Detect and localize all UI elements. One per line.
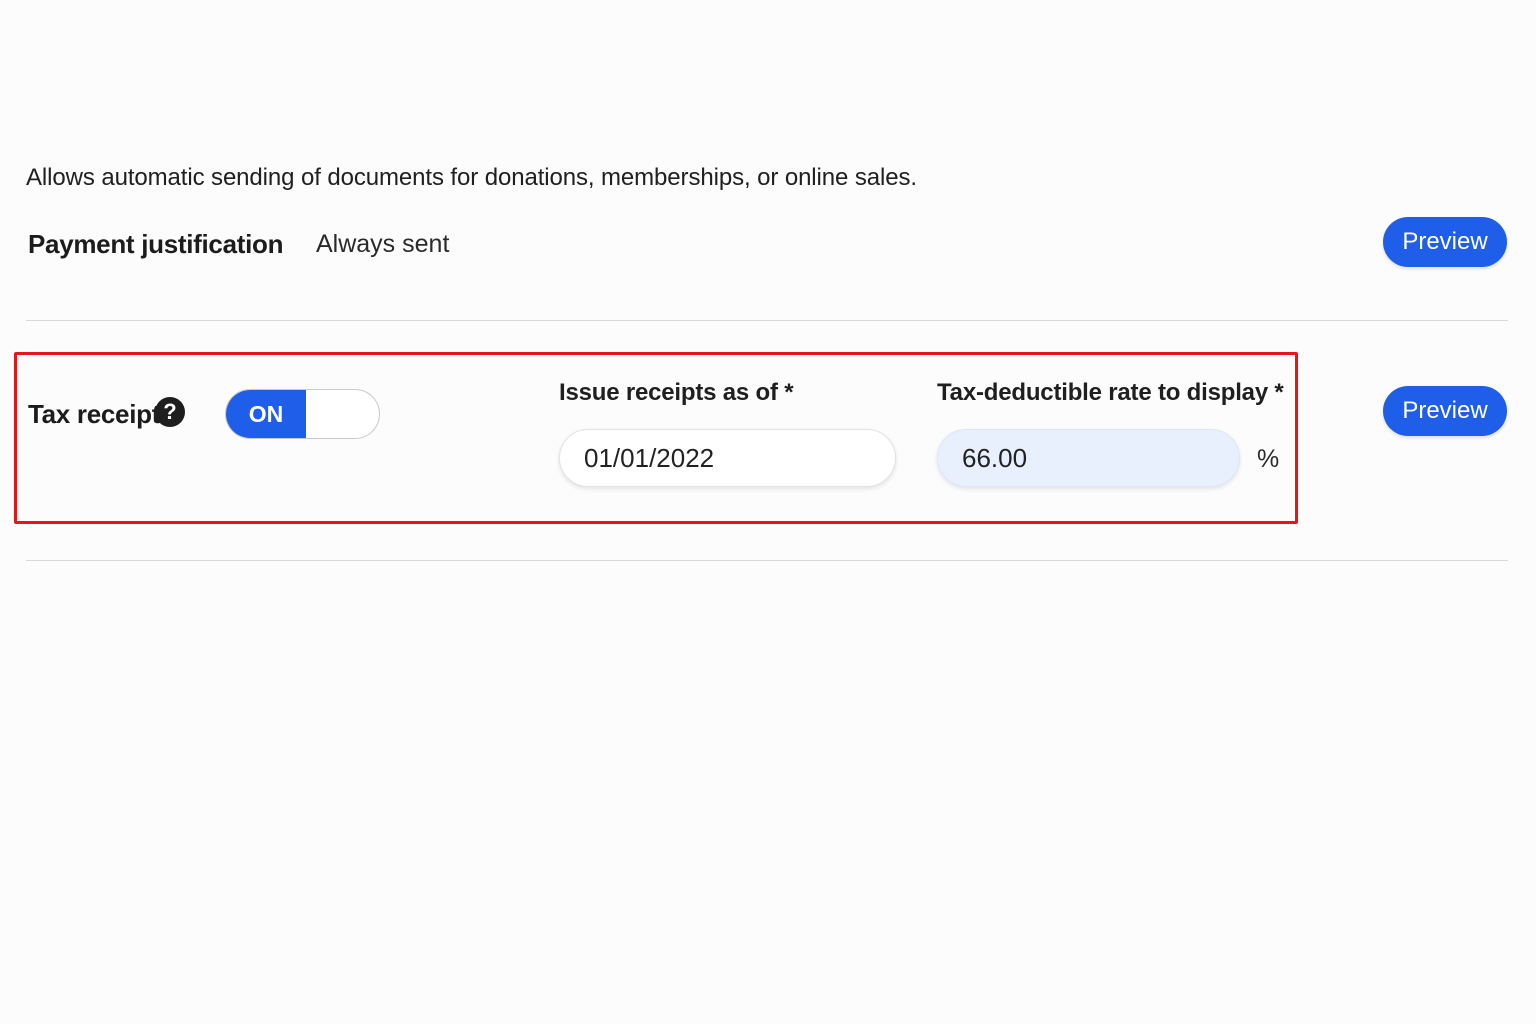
issue-date-input[interactable] [559, 429, 896, 487]
toggle-on-label: ON [226, 390, 306, 438]
rate-label: Tax-deductible rate to display * [937, 379, 1284, 406]
payment-justification-status: Always sent [316, 230, 450, 258]
tax-receipt-toggle[interactable]: ON [225, 389, 380, 439]
tax-receipt-preview-button[interactable]: Preview [1383, 386, 1507, 436]
tax-receipt-label: Tax receipt [28, 399, 161, 429]
issue-date-label: Issue receipts as of * [559, 379, 794, 406]
divider-top [26, 320, 1508, 321]
tax-deductible-rate-input[interactable] [937, 429, 1240, 487]
percent-unit: % [1257, 445, 1280, 473]
question-circle-icon[interactable]: ? [155, 397, 185, 427]
section-description: Allows automatic sending of documents fo… [26, 164, 917, 191]
divider-bottom [26, 560, 1508, 561]
payment-justification-label: Payment justification [28, 229, 284, 259]
payment-justification-preview-button[interactable]: Preview [1383, 217, 1507, 267]
